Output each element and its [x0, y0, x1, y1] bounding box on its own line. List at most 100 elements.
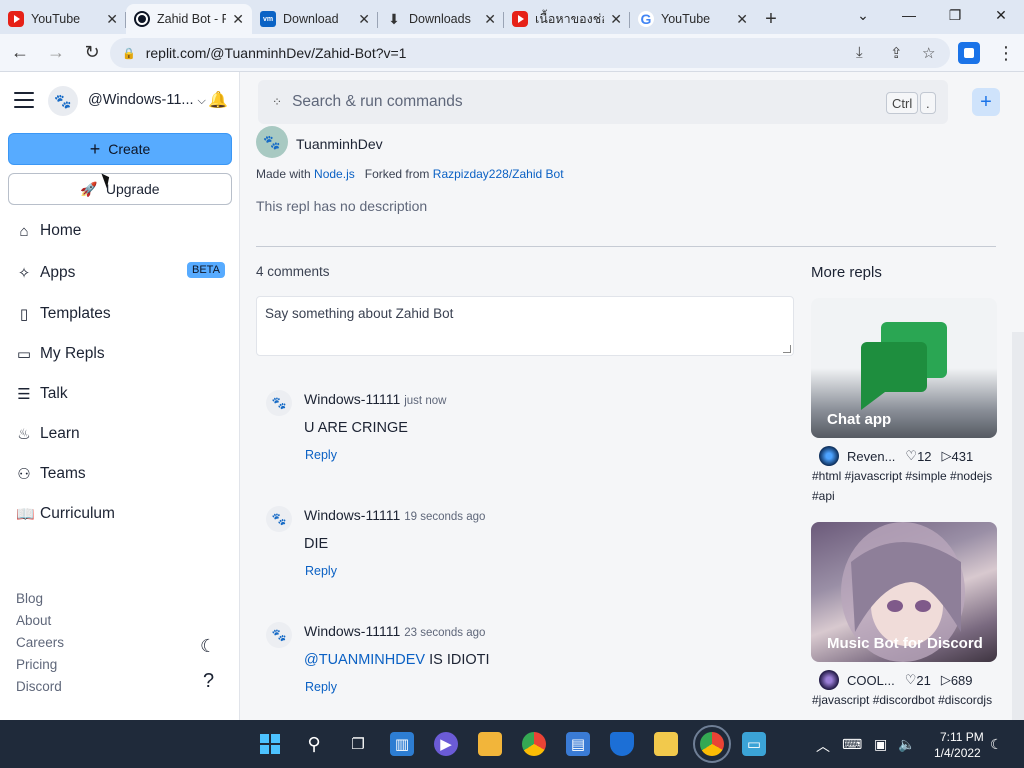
scrollbar[interactable]	[1012, 332, 1024, 720]
close-icon[interactable]: ✕	[736, 11, 748, 28]
window-close-icon[interactable]: ✕	[978, 0, 1024, 30]
search-icon[interactable]: ⚲	[302, 732, 326, 756]
account-switcher[interactable]: @Windows-11... ⌵	[88, 92, 206, 108]
comment-author[interactable]: Windows-11111	[304, 391, 400, 407]
new-repl-plus-button[interactable]: +	[972, 88, 1000, 116]
tab-search-chevron-icon[interactable]: ⌄	[840, 0, 886, 30]
footer-link-blog[interactable]: Blog	[16, 591, 43, 606]
card-author[interactable]: COOL...	[847, 673, 895, 688]
tray-overflow-icon[interactable]: ︿	[816, 736, 830, 756]
footer-link-careers[interactable]: Careers	[16, 635, 64, 650]
chrome-icon[interactable]	[522, 732, 546, 756]
install-app-icon[interactable]: ⤓	[856, 44, 863, 61]
reply-button[interactable]: Reply	[305, 564, 337, 578]
sidebar-item-learn[interactable]: ♨ Learn	[16, 422, 79, 446]
keyboard-icon[interactable]: ⌨	[842, 736, 862, 753]
sidebar-item-home[interactable]: ⌂ Home	[16, 219, 81, 243]
sidebar-item-curriculum[interactable]: 📖 Curriculum	[16, 502, 115, 526]
notification-moon-icon[interactable]: ☾	[990, 736, 1003, 753]
author-name[interactable]: TuanminhDev	[296, 136, 383, 152]
clock-date[interactable]: 1/4/2022	[934, 746, 981, 760]
card-author[interactable]: Reven...	[847, 449, 895, 464]
tab-youtube-channel[interactable]: เนื้อหาของช่อง ✕	[504, 4, 630, 34]
comment-author[interactable]: Windows-11111	[304, 623, 400, 639]
widgets-icon[interactable]: ▥	[390, 732, 414, 756]
card-tags[interactable]: #html #javascript #simple #nodejs #api	[812, 466, 998, 506]
store-icon[interactable]: ▤	[566, 732, 590, 756]
tab-downloads[interactable]: ⬇ Downloads ✕	[378, 4, 504, 34]
url-bar[interactable]: 🔒 replit.com/@TuanminhDev/Zahid-Bot?v=1 …	[110, 38, 950, 68]
forked-from-link[interactable]: Razpizday228/Zahid Bot	[433, 167, 564, 181]
author-avatar[interactable]: 🐾	[256, 126, 288, 158]
mention-link[interactable]: @TUANMINHDEV	[304, 652, 425, 668]
defender-icon[interactable]	[610, 732, 634, 756]
avatar[interactable]: 🐾	[266, 506, 292, 532]
avatar[interactable]: 🐾	[48, 86, 78, 116]
sidebar-item-talk[interactable]: ☰ Talk	[16, 382, 67, 406]
task-view-icon[interactable]: ❐	[346, 732, 370, 756]
comment-author[interactable]: Windows-11111	[304, 507, 400, 523]
chrome-active-icon[interactable]	[693, 725, 731, 763]
card-tags[interactable]: #javascript #discordbot #discordjs	[812, 690, 998, 710]
browser-menu-icon[interactable]: ⋮	[990, 37, 1022, 69]
repl-card-music-bot[interactable]: Music Bot for Discord	[811, 522, 997, 662]
sidebar-item-templates[interactable]: ▯ Templates	[16, 302, 111, 326]
reply-button[interactable]: Reply	[305, 680, 337, 694]
resize-grip-icon[interactable]	[783, 345, 791, 353]
clock-time[interactable]: 7:11 PM	[940, 730, 984, 744]
sidebar-item-my-repls[interactable]: ▭ My Repls	[16, 342, 105, 366]
heart-icon[interactable]: ♡	[905, 448, 917, 464]
create-button[interactable]: + Create	[8, 133, 232, 165]
hamburger-menu-icon[interactable]	[14, 92, 34, 108]
search-input[interactable]: ⁘ Search & run commands Ctrl .	[258, 80, 948, 124]
footer-link-pricing[interactable]: Pricing	[16, 657, 57, 672]
repl-card-chat-app[interactable]: Chat app	[811, 298, 997, 438]
comment-placeholder: Say something about Zahid Bot	[265, 306, 454, 321]
bookmark-star-icon[interactable]: ☆	[922, 44, 935, 62]
help-icon[interactable]: ?	[203, 670, 214, 693]
theme-toggle-moon-icon[interactable]: ☾	[200, 636, 216, 657]
minimize-icon[interactable]: —	[886, 0, 932, 30]
heart-icon[interactable]: ♡	[905, 672, 917, 688]
reply-button[interactable]: Reply	[305, 448, 337, 462]
avatar[interactable]: 🐾	[266, 390, 292, 416]
close-icon[interactable]: ✕	[232, 11, 244, 28]
folder-cloud-icon[interactable]	[654, 732, 678, 756]
file-explorer-icon[interactable]	[478, 732, 502, 756]
back-arrow-icon[interactable]: ←	[4, 37, 36, 69]
close-icon[interactable]: ✕	[484, 11, 496, 28]
comment-input[interactable]: Say something about Zahid Bot	[256, 296, 794, 356]
language-link[interactable]: Node.js	[314, 167, 355, 181]
forward-arrow-icon[interactable]: →	[40, 37, 72, 69]
avatar[interactable]	[819, 446, 839, 466]
reload-icon[interactable]: ↻	[76, 37, 108, 69]
windows-start-icon[interactable]	[258, 732, 282, 756]
close-icon[interactable]: ✕	[358, 11, 370, 28]
avatar[interactable]: 🐾	[266, 622, 292, 648]
restore-icon[interactable]: ❐	[932, 0, 978, 30]
share-icon[interactable]: ⇪	[890, 44, 903, 62]
sidebar-item-apps[interactable]: ✧ Apps	[16, 261, 76, 285]
remote-desktop-icon[interactable]: ▭	[742, 732, 766, 756]
close-icon[interactable]: ✕	[106, 11, 118, 28]
volume-icon[interactable]: 🔈	[898, 736, 915, 753]
tab-zahid-bot[interactable]: Zahid Bot - Replit ✕	[126, 4, 252, 34]
notifications-bell-icon[interactable]: 🔔	[208, 90, 228, 110]
tab-youtube[interactable]: YouTube ✕	[0, 4, 126, 34]
shortcut-key-ctrl: Ctrl	[886, 92, 919, 114]
avatar[interactable]	[819, 670, 839, 690]
folder-icon: ▭	[16, 346, 32, 363]
repl-description: This repl has no description	[256, 198, 428, 214]
tab-download[interactable]: vm Download ✕	[252, 4, 378, 34]
upgrade-button[interactable]: 🚀 Upgrade	[8, 173, 232, 205]
teams-chat-icon[interactable]: ▶	[434, 732, 458, 756]
tab-youtube-google[interactable]: G YouTube ✕	[630, 4, 756, 34]
extension-icon[interactable]	[958, 42, 980, 64]
new-tab-button[interactable]: +	[756, 4, 786, 34]
footer-link-about[interactable]: About	[16, 613, 51, 628]
repl-meta: Made with Node.js Forked from Razpizday2…	[256, 167, 564, 181]
footer-link-discord[interactable]: Discord	[16, 679, 62, 694]
network-icon[interactable]: ▣	[874, 736, 887, 753]
close-icon[interactable]: ✕	[610, 11, 622, 28]
sidebar-item-teams[interactable]: ⚇ Teams	[16, 462, 85, 486]
